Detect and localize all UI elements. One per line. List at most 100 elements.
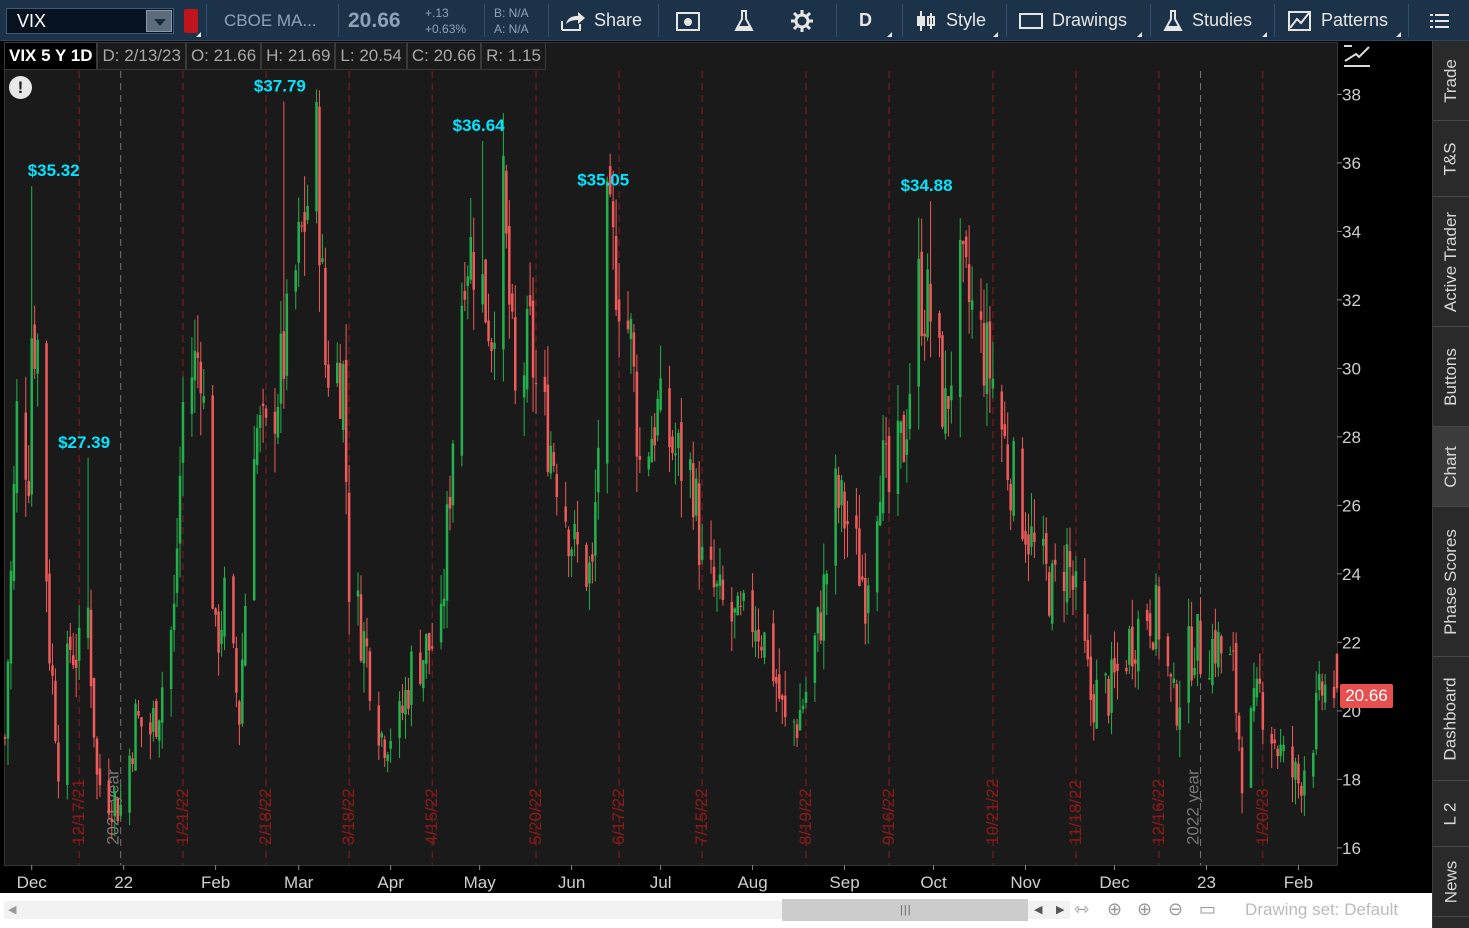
tab-level-2[interactable]: L 2 bbox=[1433, 781, 1469, 847]
candle-body bbox=[926, 269, 929, 338]
right-sidebar: Trade T&S Active Trader Buttons Chart Ph… bbox=[1432, 41, 1469, 928]
tab-buttons[interactable]: Buttons bbox=[1433, 327, 1469, 427]
candle-body bbox=[282, 331, 286, 379]
candle-body bbox=[938, 313, 941, 338]
candle-body bbox=[386, 754, 389, 762]
candle-body bbox=[585, 544, 588, 587]
candle-body bbox=[950, 385, 953, 401]
candle-body bbox=[1261, 692, 1265, 730]
candle-body bbox=[134, 703, 137, 771]
candle-body bbox=[1089, 656, 1093, 700]
candle-body bbox=[137, 711, 140, 716]
drawing-set-label[interactable]: Drawing set: Default bbox=[1245, 900, 1398, 920]
candle-body bbox=[445, 504, 449, 601]
candle-body bbox=[982, 323, 986, 386]
candle-body bbox=[1258, 678, 1262, 684]
week-date-label: 1/20/23 bbox=[1253, 788, 1272, 845]
candle-body bbox=[273, 411, 277, 434]
tab-news[interactable]: News bbox=[1433, 847, 1469, 917]
candle-body bbox=[917, 258, 920, 387]
tab-label: Active Trader bbox=[1441, 211, 1460, 312]
week-date-label: 3/18/22 bbox=[339, 788, 358, 845]
candle-body bbox=[107, 780, 111, 814]
candle-body bbox=[347, 492, 351, 602]
candle-body bbox=[264, 408, 268, 418]
candle-body bbox=[689, 459, 692, 471]
tab-time-and-sales[interactable]: T&S bbox=[1433, 121, 1469, 197]
candle-body bbox=[846, 520, 849, 525]
candle-body bbox=[1071, 575, 1075, 590]
candle-body bbox=[1300, 785, 1303, 796]
candle-body bbox=[511, 293, 514, 312]
candle-body bbox=[306, 205, 309, 221]
candle-body bbox=[1050, 563, 1054, 624]
candle-body bbox=[6, 661, 10, 739]
tab-dashboard[interactable]: Dashboard bbox=[1433, 657, 1469, 781]
candle-body bbox=[591, 554, 594, 562]
candle-body bbox=[487, 320, 490, 342]
scroll-left-icon[interactable]: ◀ bbox=[8, 903, 16, 916]
candle-body bbox=[988, 321, 992, 379]
candle-body bbox=[160, 687, 164, 723]
menu-button[interactable] bbox=[1430, 0, 1450, 41]
candle-body bbox=[958, 239, 962, 398]
candle-body bbox=[502, 155, 505, 350]
candle-body bbox=[715, 583, 719, 587]
candle-body bbox=[546, 384, 550, 472]
candle-body bbox=[1175, 684, 1179, 726]
candle-body bbox=[1255, 678, 1259, 698]
scroll-right-icon[interactable]: ▶ bbox=[1056, 903, 1064, 916]
candle-body bbox=[36, 339, 39, 374]
zoom-out-icon[interactable]: ⊖ bbox=[1168, 899, 1183, 920]
candle-body bbox=[923, 333, 926, 337]
candle-body bbox=[721, 579, 725, 601]
tab-phase-scores[interactable]: Phase Scores bbox=[1433, 507, 1469, 657]
candle-body bbox=[1027, 534, 1030, 555]
candle-body bbox=[712, 566, 716, 588]
candle-body bbox=[27, 481, 30, 497]
candle-body bbox=[158, 720, 161, 741]
candle-body bbox=[439, 603, 443, 643]
tab-label: Chart bbox=[1441, 445, 1461, 488]
candle-body bbox=[422, 660, 425, 689]
candle-body bbox=[383, 739, 386, 759]
zoom-in-icon[interactable]: ⊕ bbox=[1137, 899, 1152, 920]
candle-body bbox=[389, 740, 392, 749]
candle-body bbox=[1234, 642, 1238, 713]
candle-body bbox=[1151, 642, 1155, 650]
grip-icon: ||| bbox=[900, 904, 912, 916]
tab-active-trader[interactable]: Active Trader bbox=[1433, 197, 1469, 327]
candle-body bbox=[555, 474, 559, 498]
candle-body bbox=[169, 630, 173, 689]
y-tick-label: 18 bbox=[1342, 770, 1361, 789]
expand-time-icon[interactable]: ⇿ bbox=[1074, 899, 1089, 920]
candle-body bbox=[335, 362, 339, 384]
drawing-box-icon[interactable]: ▭ bbox=[1199, 899, 1216, 920]
crosshair-icon[interactable]: ⊕ bbox=[1107, 899, 1122, 920]
candle-body bbox=[398, 700, 401, 738]
candle-body bbox=[570, 549, 573, 557]
candle-body bbox=[149, 722, 152, 735]
candle-body bbox=[899, 421, 903, 433]
candle-body bbox=[970, 300, 974, 310]
week-date-label: 10/21/22 bbox=[983, 779, 1002, 845]
candle-body bbox=[780, 695, 784, 700]
tab-label: Dashboard bbox=[1441, 676, 1461, 761]
candle-body bbox=[614, 235, 618, 310]
candle-body bbox=[12, 484, 16, 581]
trendline-icon[interactable] bbox=[1342, 44, 1372, 70]
scroll-left-small-icon[interactable]: ◀ bbox=[1034, 903, 1042, 916]
candle-body bbox=[442, 598, 446, 607]
week-date-label: 5/20/22 bbox=[526, 788, 545, 845]
candle-body bbox=[344, 360, 348, 482]
candle-body bbox=[804, 691, 808, 703]
candle-body bbox=[300, 225, 303, 227]
tab-chart[interactable]: Chart bbox=[1433, 427, 1469, 507]
candle-body bbox=[9, 570, 13, 664]
candle-body bbox=[1003, 424, 1007, 437]
exclamation-icon[interactable]: ! bbox=[9, 76, 32, 99]
tab-trade[interactable]: Trade bbox=[1433, 41, 1469, 121]
candle-body bbox=[95, 738, 99, 775]
candle-body bbox=[858, 528, 861, 586]
candle-body bbox=[522, 375, 526, 398]
